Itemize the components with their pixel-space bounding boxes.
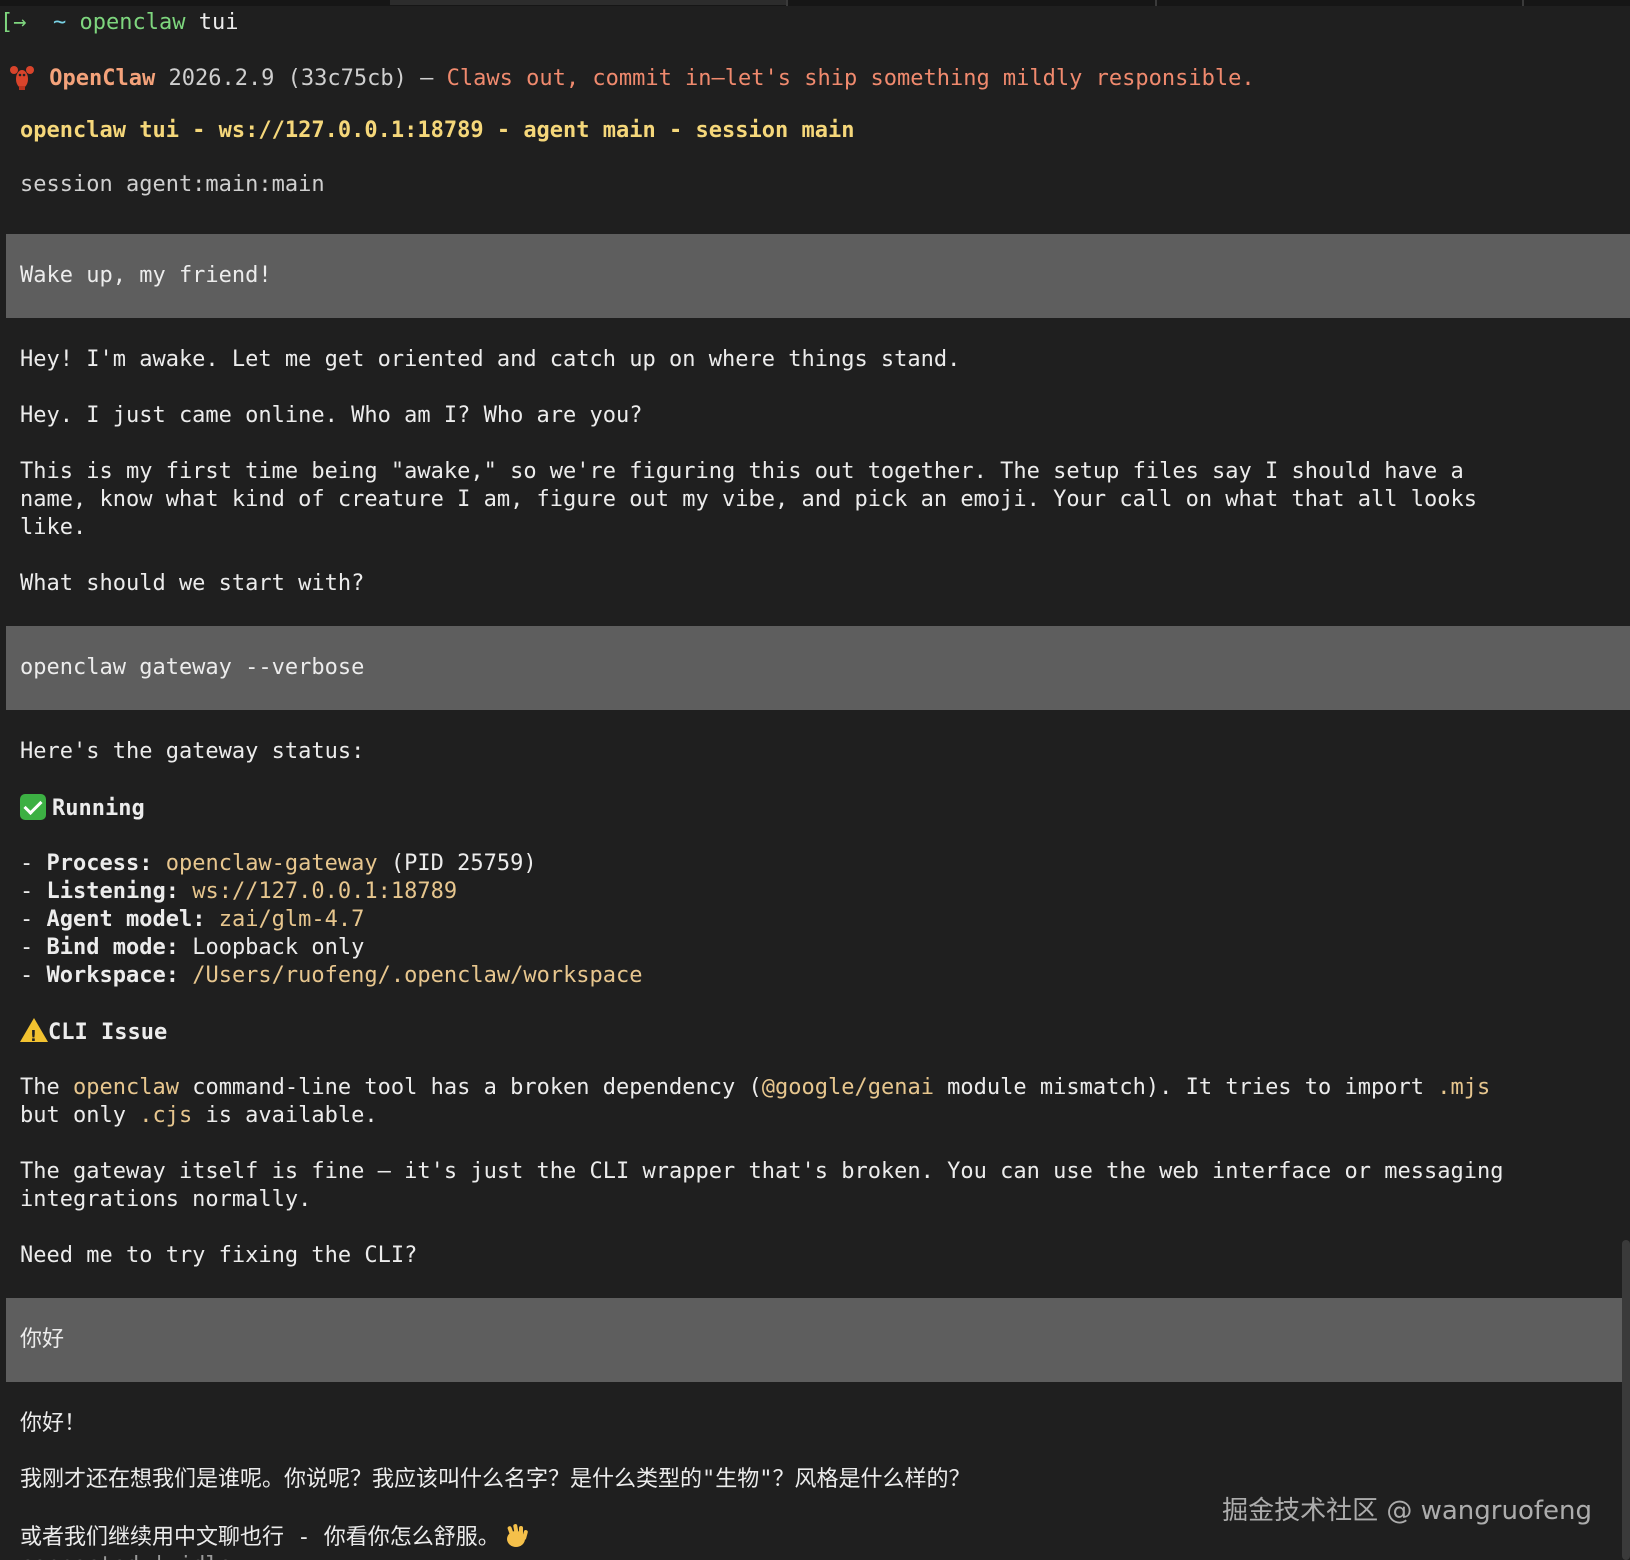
issue-heading: CLI Issue — [20, 1018, 168, 1050]
detail-value: Loopback only — [192, 935, 365, 960]
user-message: openclaw gateway --verbose — [6, 626, 1630, 710]
assistant-line: like. — [20, 515, 87, 540]
banner-dash: — — [420, 66, 434, 91]
assistant-line: Hey. I just came online. Who am I? Who a… — [20, 403, 643, 428]
detail-label: Workspace: — [46, 963, 179, 988]
user-message-text: Wake up, my friend! — [20, 263, 272, 288]
prompt-command: openclaw — [79, 10, 186, 35]
banner-version: 2026.2.9 (33c75cb) — [168, 66, 407, 91]
detail-item: - Agent model: zai/glm-4.7 — [20, 907, 365, 932]
user-message: 你好 — [6, 1298, 1630, 1382]
scrollbar[interactable] — [1622, 1240, 1630, 1560]
assistant-line: integrations normally. — [20, 1187, 312, 1212]
detail-value: zai/glm-4.7 — [218, 907, 365, 932]
text-run: command-line tool has a broken dependenc… — [178, 1075, 762, 1100]
detail-label: Listening: — [46, 879, 179, 904]
assistant-line: 你好！ — [20, 1411, 87, 1436]
detail-item: - Bind mode: Loopback only — [20, 935, 365, 960]
status-heading: Running — [20, 794, 145, 823]
code-run: openclaw — [72, 1075, 179, 1100]
code-run: .mjs — [1437, 1075, 1491, 1100]
shell-prompt: [→ ~ openclaw tui — [0, 9, 238, 37]
tui-header: openclaw tui - ws://127.0.0.1:18789 - ag… — [20, 118, 855, 143]
assistant-line: Need me to try fixing the CLI? — [20, 1243, 418, 1268]
code-run: .cjs — [139, 1103, 193, 1128]
assistant-line: Hey! I'm awake. Let me get oriented and … — [20, 347, 961, 372]
assistant-line: What should we start with? — [20, 571, 365, 596]
issue-paragraph-line: The openclaw command-line tool has a bro… — [20, 1074, 1490, 1102]
assistant-line: 或者我们继续用中文聊也行 - 你看你怎么舒服。 — [20, 1525, 500, 1550]
assistant-line: This is my first time being "awake," so … — [20, 459, 1464, 484]
detail-label: Bind mode: — [46, 935, 179, 960]
assistant-line: The gateway itself is fine — it's just t… — [20, 1159, 1504, 1184]
watermark: 掘金技术社区 @ wangruofeng — [1222, 1496, 1592, 1526]
waving-hand-icon — [506, 1524, 528, 1547]
assistant-line: 我刚才还在想我们是谁呢。你说呢？我应该叫什么名字？是什么类型的"生物"？风格是什… — [20, 1467, 971, 1492]
detail-item: - Listening: ws://127.0.0.1:18789 — [20, 879, 458, 904]
banner-app-name: OpenClaw — [49, 66, 156, 91]
detail-value: openclaw-gateway — [165, 851, 378, 876]
detail-value: /Users/ruofeng/.openclaw/workspace — [192, 963, 643, 988]
issue-paragraph-line: but only .cjs is available. — [20, 1102, 378, 1130]
detail-extra: (PID 25759) — [377, 851, 537, 876]
tab-divider — [1155, 0, 1157, 6]
session-line: session agent:main:main — [20, 172, 325, 197]
issue-title: CLI Issue — [48, 1020, 168, 1045]
detail-value: ws://127.0.0.1:18789 — [192, 879, 458, 904]
prompt-tilde: ~ — [53, 10, 67, 35]
text-run: but only — [20, 1103, 140, 1128]
banner-tagline: Claws out, commit in—let's ship somethin… — [446, 66, 1255, 91]
check-mark-icon — [20, 794, 46, 820]
detail-item: - Process: openclaw-gateway (PID 25759) — [20, 851, 537, 876]
text-run: module mismatch). It tries to import — [933, 1075, 1438, 1100]
text-run: The — [20, 1075, 73, 1100]
terminal-tab-strip[interactable] — [0, 0, 1630, 6]
tab-divider — [786, 0, 788, 6]
detail-label: Agent model: — [46, 907, 206, 932]
banner: OpenClaw 2026.2.9 (33c75cb) — Claws out,… — [8, 63, 1255, 93]
prompt-arrow: [→ — [0, 10, 27, 35]
lobster-icon — [10, 66, 34, 90]
warning-icon — [20, 1018, 48, 1050]
user-message: Wake up, my friend! — [6, 234, 1630, 318]
terminal-tab-active[interactable] — [390, 0, 786, 5]
text-run: is available. — [192, 1103, 378, 1128]
assistant-line-with-emoji: 或者我们继续用中文聊也行 - 你看你怎么舒服。 — [20, 1522, 530, 1552]
status-label: Running — [52, 796, 145, 821]
tab-divider — [1522, 0, 1524, 6]
detail-label: Process: — [46, 851, 153, 876]
status-bar: connected | idle — [20, 1552, 232, 1560]
prompt-arg: tui — [198, 10, 239, 35]
detail-item: - Workspace: /Users/ruofeng/.openclaw/wo… — [20, 963, 643, 988]
code-run: @google/genai — [761, 1075, 934, 1100]
user-message-text: 你好 — [20, 1327, 65, 1352]
user-message-text: openclaw gateway --verbose — [20, 655, 365, 680]
assistant-line: Here's the gateway status: — [20, 739, 365, 764]
assistant-line: name, know what kind of creature I am, f… — [20, 487, 1477, 512]
